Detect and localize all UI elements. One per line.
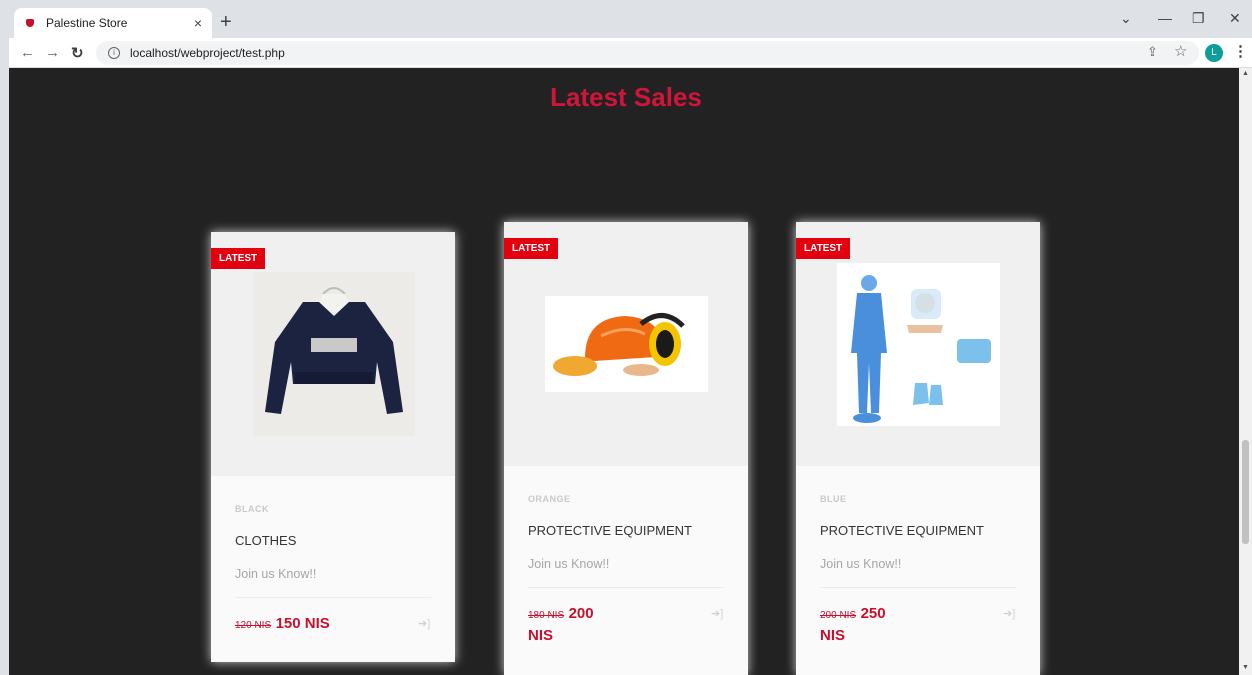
product-card[interactable]: LATEST BLUE PROTECTIVE EQUIPMENT Join us [796, 222, 1040, 675]
latest-badge: LATEST [211, 248, 266, 269]
product-card[interactable]: LATEST ORANGE PROTECTIVE EQUIPMENT Join … [504, 222, 748, 675]
product-image-area[interactable]: LATEST [796, 222, 1040, 466]
product-price: 180 NIS 200 NIS [528, 604, 618, 646]
tab-close-icon[interactable]: × [194, 15, 202, 31]
add-to-cart-icon[interactable]: ➔] [1003, 607, 1015, 620]
divider [528, 587, 724, 588]
window-edge [0, 0, 9, 675]
reload-icon[interactable]: ↻ [71, 44, 84, 62]
new-tab-button[interactable]: + [220, 12, 232, 32]
forward-arrow-icon[interactable]: → [45, 44, 60, 61]
tab-search-chevron-icon[interactable]: ⌄ [1120, 10, 1132, 27]
restore-button[interactable]: ❐ [1192, 10, 1205, 27]
product-name[interactable]: CLOTHES [235, 533, 296, 548]
promo-text: Join us Know!! [235, 567, 317, 581]
promo-text: Join us Know!! [528, 557, 610, 571]
product-image-area[interactable]: LATEST [211, 232, 455, 476]
safety-helmet-image [545, 296, 708, 392]
latest-badge: LATEST [504, 238, 559, 259]
product-color: ORANGE [528, 494, 571, 504]
address-bar[interactable]: i localhost/webproject/test.php [96, 41, 1199, 65]
product-name[interactable]: PROTECTIVE EQUIPMENT [528, 523, 692, 538]
product-price: 120 NIS 150 NIS [235, 614, 395, 636]
new-price: 150 NIS [275, 615, 330, 632]
profile-avatar[interactable]: L [1205, 44, 1223, 62]
scroll-up-arrow-icon[interactable]: ▲ [1242, 70, 1249, 77]
section-title: Latest Sales [550, 82, 702, 112]
window-close-button[interactable]: ✕ [1229, 10, 1241, 27]
product-price: 200 NIS 250 NIS [820, 604, 910, 646]
promo-text: Join us Know!! [820, 557, 902, 571]
browser-toolbar: ← → ↻ i localhost/webproject/test.php ⇪ … [0, 38, 1252, 68]
scroll-down-arrow-icon[interactable]: ▼ [1242, 664, 1249, 671]
sweater-image [253, 272, 415, 436]
browser-menu-icon[interactable]: ⋮ [1233, 42, 1248, 60]
add-to-cart-icon[interactable]: ➔] [711, 607, 723, 620]
minimize-button[interactable]: — [1158, 10, 1172, 26]
product-card[interactable]: LATEST BLACK CLOTHES Join us Know!! 120 … [211, 232, 455, 662]
browser-tab[interactable]: Palestine Store × [14, 8, 212, 38]
old-price: 200 NIS [820, 610, 857, 621]
scroll-thumb[interactable] [1242, 440, 1249, 544]
product-image-area[interactable]: LATEST [504, 222, 748, 466]
ppe-suit-image [837, 263, 1000, 426]
divider [235, 597, 431, 598]
tab-title: Palestine Store [46, 16, 128, 30]
address-url: localhost/webproject/test.php [130, 46, 285, 60]
product-color: BLUE [820, 494, 847, 504]
share-icon[interactable]: ⇪ [1147, 44, 1158, 60]
product-name[interactable]: PROTECTIVE EQUIPMENT [820, 523, 984, 538]
old-price: 120 NIS [235, 620, 272, 631]
old-price: 180 NIS [528, 610, 565, 621]
page-viewport: Latest Sales LATEST BLACK CLOTHES Join u… [9, 68, 1239, 675]
divider [820, 587, 1016, 588]
tab-bar: Palestine Store × + ⌄ — ❐ ✕ [0, 0, 1252, 38]
bookmark-star-icon[interactable]: ☆ [1174, 42, 1187, 60]
page-scrollbar[interactable]: ▲ ▼ [1239, 68, 1252, 675]
product-color: BLACK [235, 504, 269, 514]
latest-badge: LATEST [796, 238, 851, 259]
back-arrow-icon[interactable]: ← [20, 44, 35, 61]
site-info-icon[interactable]: i [108, 47, 120, 59]
add-to-cart-icon[interactable]: ➔] [418, 617, 430, 630]
store-favicon-icon [24, 17, 36, 29]
